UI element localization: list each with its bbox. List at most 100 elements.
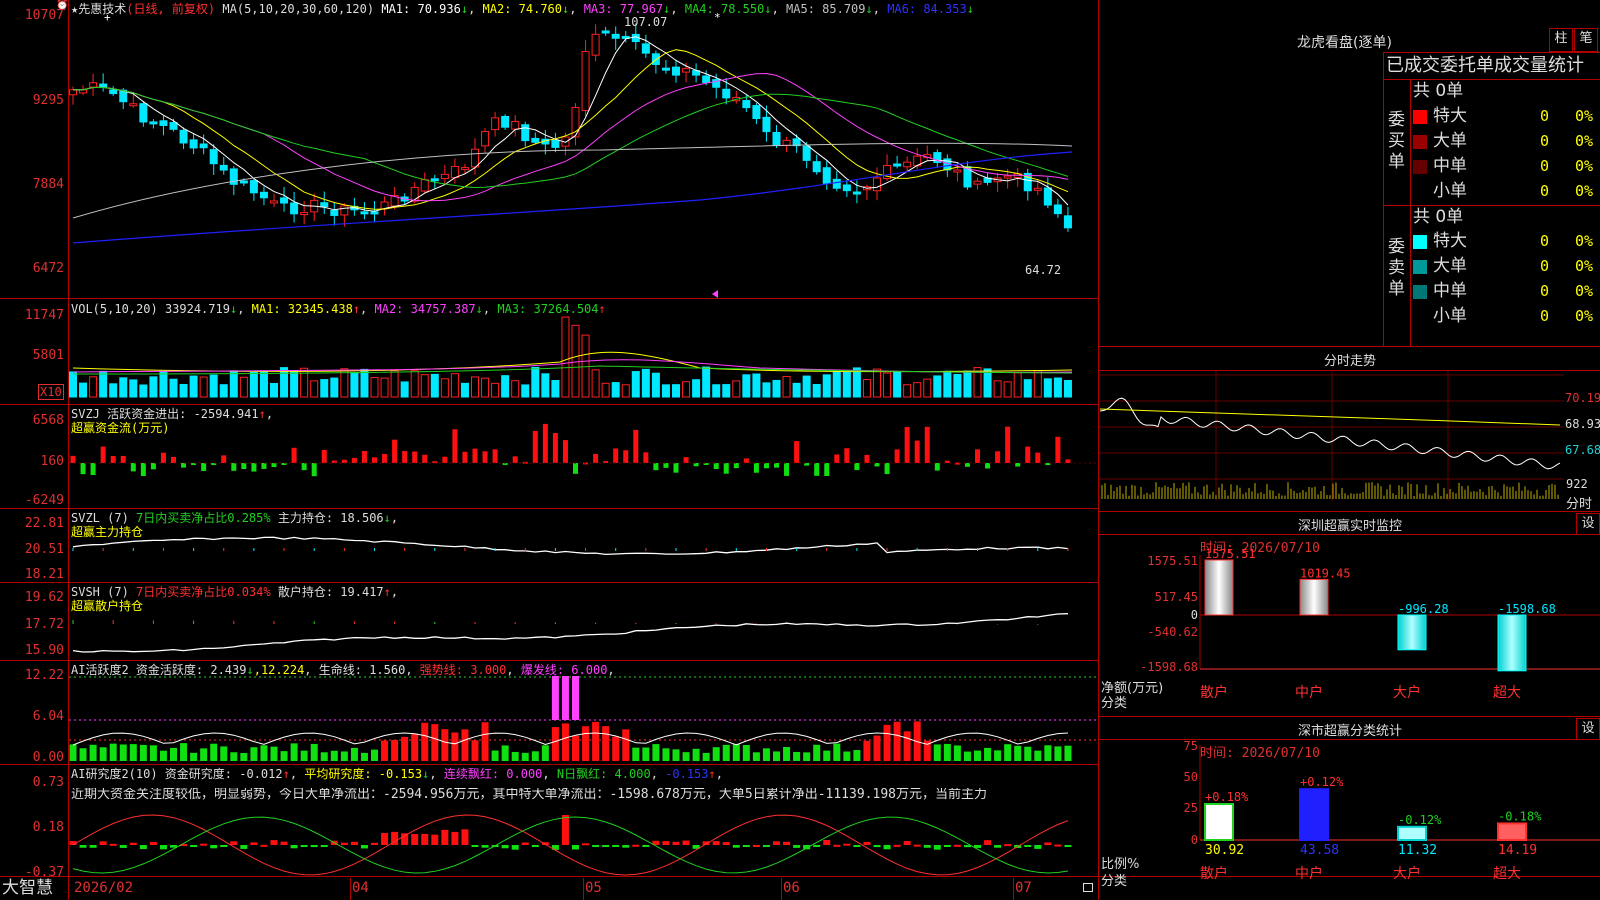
sz-monitor-settings-button[interactable]: 设 <box>1576 513 1600 535</box>
ai-research-bar <box>250 842 258 845</box>
ai-research-bar <box>1024 845 1032 847</box>
ai-activity-bar <box>411 733 419 761</box>
y-label-svsh-2: 17.72 <box>24 617 64 632</box>
ai-activity-bar <box>722 744 730 761</box>
volume-bar <box>913 382 922 398</box>
ai-activity-bar <box>843 751 851 761</box>
kline-candle <box>521 124 530 142</box>
period-label[interactable]: (日线, 前复权) <box>126 2 215 16</box>
ai-research-bar <box>360 845 368 849</box>
ai-activity-bar <box>340 751 348 761</box>
ai-activity-bar <box>240 752 248 761</box>
buy-swatch-2 <box>1413 135 1427 149</box>
svzj-label: SVZJ 活跃资金进出: -2594.941 <box>71 407 259 421</box>
volume-bar <box>792 382 801 398</box>
volume-unit-button[interactable]: X10 <box>38 384 64 400</box>
ai-activity-bar <box>220 746 228 761</box>
ai-activity-bar <box>481 722 489 761</box>
ai-activity-bar <box>350 747 358 761</box>
ai-activity-bar <box>883 724 891 761</box>
sz-class-change-2: +0.12% <box>1300 775 1344 789</box>
volume-bar <box>400 381 409 398</box>
sell-row-label-2: 大单 <box>1433 256 1467 276</box>
intraday-vol-label: 922 <box>1566 477 1588 491</box>
ai-activity-bar <box>873 735 881 761</box>
brand-logo[interactable]: 大智慧 <box>2 878 53 898</box>
kline-legend: ★先惠技术(日线, 前复权) MA(5,10,20,30,60,120) MA1… <box>71 2 974 16</box>
sz-monitor-bar-3 <box>1397 614 1427 651</box>
kline-candle <box>450 165 459 179</box>
svzj-bar <box>372 457 377 463</box>
volume-bar <box>873 368 881 398</box>
svsh-subtitle: 超赢散户持仓 <box>71 599 144 613</box>
ai-research-bar <box>421 833 429 845</box>
sz-monitor-bar-label-4: -1598.68 <box>1498 602 1556 616</box>
ai-activity-bar <box>742 744 750 761</box>
volume-bar <box>99 370 108 398</box>
volume-bar <box>471 376 479 398</box>
intraday-title: 分时走势 <box>1323 354 1376 369</box>
ai-research-bar <box>200 843 208 846</box>
ai-research-bar <box>943 845 951 847</box>
kline-candle <box>903 161 912 168</box>
svzj-bar <box>914 440 920 463</box>
y-label-main-4: 6472 <box>32 261 64 276</box>
kline-candle <box>672 66 680 76</box>
ai-activity-bar <box>672 749 680 761</box>
intraday-chart[interactable] <box>1100 371 1600 511</box>
ai-activity-bar <box>89 744 97 761</box>
svzl-arrow: ↓ <box>383 511 391 525</box>
ai-research-bar <box>582 843 590 846</box>
volume-bar <box>189 375 198 398</box>
volume-bar <box>149 376 158 398</box>
kline-candle <box>531 137 540 143</box>
svzj-bar <box>964 463 970 467</box>
sz-class-settings-button[interactable]: 设 <box>1576 718 1600 740</box>
volume-bar <box>350 372 359 398</box>
ai-activity-bar <box>381 740 389 761</box>
ai-activity-bar <box>582 726 590 761</box>
svzj-bar <box>894 449 900 463</box>
ai-activity-bar <box>963 751 971 761</box>
column-button[interactable]: 柱 <box>1549 28 1573 52</box>
sz-class-category-1: 散户 <box>1200 865 1228 882</box>
ai-research-bar <box>732 845 740 848</box>
buy-row-value-3: 0 <box>1540 157 1550 175</box>
svzj-bar <box>1015 463 1021 467</box>
svzj-bar <box>80 463 86 475</box>
main-chart-area[interactable]: + * <box>0 0 1100 900</box>
y-label-svzj-3: -6249 <box>24 493 64 508</box>
main-chart-svg[interactable]: + * <box>0 0 1100 900</box>
svzj-bar <box>753 463 759 473</box>
stroke-button[interactable]: 笔 <box>1574 28 1598 52</box>
ai-activity-bar <box>1054 746 1062 761</box>
ai-research-bar <box>350 841 358 845</box>
volume-bar <box>762 382 771 398</box>
svzj-bar <box>663 463 669 468</box>
ai-research-last: -0.153 <box>665 767 709 781</box>
sz-class-chart: 75 50 25 0 +0.18% 30.92 散户 +0.12% 43.58 中户 -0.12% 1… <box>1184 740 1600 882</box>
svzl-comma: , <box>390 511 399 525</box>
lock-icon[interactable] <box>1083 883 1093 892</box>
kline-candle <box>280 197 289 204</box>
ai-research-bar <box>481 845 489 848</box>
longhu-tabs[interactable]: 已成交委托单成交量统计 <box>1386 54 1584 78</box>
svzj-bar <box>482 451 488 463</box>
volume-ma2-arrow: ↓ <box>475 302 483 316</box>
svzj-bar <box>723 463 729 474</box>
buy-swatch-3 <box>1413 160 1427 174</box>
ai-research-bar <box>230 841 238 845</box>
ai-activity-legend: AI活跃度2 资金活跃度: 2.439↓,12.224, 生命线: 1.560,… <box>71 663 615 677</box>
volume-ma3: MA3: 37264.504 <box>497 302 599 316</box>
svzj-bar <box>733 463 739 469</box>
volume-bar <box>330 377 339 398</box>
y-label-vol-1: 11747 <box>24 308 64 323</box>
ai-research-bar <box>119 845 127 848</box>
ai-activity-bar <box>139 744 147 761</box>
ma5-arrow: ↓ <box>865 2 873 16</box>
sz-class-title: 深市超赢分类统计 <box>1297 724 1402 739</box>
volume-bar <box>390 370 399 398</box>
ai-research-bar <box>863 841 871 845</box>
sz-monitor-chart: 1575.51 517.45 0 -540.62 -1598.68 1575.51 散户 10… <box>1140 547 1600 701</box>
ai-research-bar <box>793 845 801 848</box>
